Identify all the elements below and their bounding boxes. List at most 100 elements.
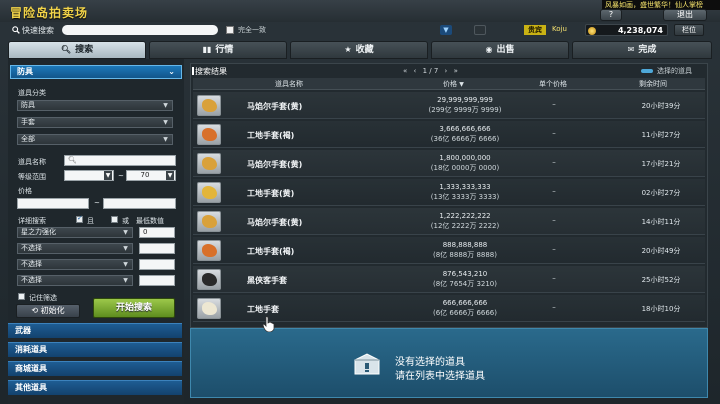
search-icon: 🔍︎: [68, 156, 77, 164]
item-price: 876,543,210: [442, 270, 488, 278]
prev-page-button[interactable]: ‹: [414, 67, 417, 75]
item-unit-price: –: [552, 129, 556, 137]
item-unit-price: –: [552, 245, 556, 253]
and-label: 且: [87, 217, 94, 225]
item-name: 工地手套(褐): [247, 247, 295, 256]
or-checkbox[interactable]: [111, 216, 118, 223]
selected-items-toggle[interactable]: [641, 69, 653, 73]
option-value-2[interactable]: [139, 243, 175, 254]
next-page-button[interactable]: ›: [445, 67, 448, 75]
col-time-left[interactable]: 剩余时间: [639, 79, 667, 89]
exact-match-checkbox[interactable]: [226, 26, 234, 34]
star-icon: ★: [344, 45, 352, 54]
quick-search-input[interactable]: [62, 25, 218, 35]
level-max-input[interactable]: 70 ▼: [126, 170, 176, 181]
table-row[interactable]: 工地手套(褐) 3,666,666,666 (36亿 6666万 6666) – 11小…: [193, 121, 705, 148]
exit-button[interactable]: 退出: [663, 9, 707, 21]
item-time-left: 14小时11分: [641, 218, 681, 226]
item-price-detail: (6亿 6666万 6666): [433, 309, 497, 317]
selected-items-label: 选择的道具: [657, 67, 692, 75]
item-unit-price: –: [552, 187, 556, 195]
table-row[interactable]: 马焰尔手套(黄) 1,800,000,000 (18亿 0000万 0000) – 17…: [193, 150, 705, 177]
last-page-button[interactable]: »: [454, 67, 458, 75]
chevron-down-icon: ▼: [163, 136, 168, 143]
class-dropdown-1[interactable]: 防具 ▼: [17, 100, 173, 111]
item-name: 工地手套(黄): [247, 189, 295, 198]
main-tabs: 🔍︎ 搜索 ▮▮ 行情 ★ 收藏 ◉ 出售 ✉ 完成: [8, 41, 712, 59]
col-unit-price[interactable]: 单个价格: [539, 79, 567, 89]
table-row[interactable]: 马焰尔手套(黄) 1,222,222,222 (12亿 2222万 2222) – 14…: [193, 208, 705, 235]
option-dropdown-3[interactable]: 不选择 ▼: [17, 259, 133, 270]
empty-message-line2: 请在列表中选择道具: [395, 371, 485, 382]
item-thumbnail: [197, 269, 221, 290]
results-title: 搜索结果: [192, 67, 227, 76]
item-name-input[interactable]: 🔍︎: [64, 155, 176, 166]
item-thumbnail: [197, 240, 221, 261]
tab-sell[interactable]: ◉ 出售: [431, 41, 569, 59]
meso-value: 4,238,074: [617, 26, 663, 35]
meso-balance: 4,238,074: [585, 24, 668, 36]
price-max-input[interactable]: [103, 198, 176, 209]
table-row[interactable]: 黑侠客手套 876,543,210 (8亿 7654万 3210) – 25小时52分: [193, 266, 705, 293]
col-item-name[interactable]: 道具名称: [275, 79, 303, 89]
category-consumables[interactable]: 消耗道具: [8, 342, 182, 357]
window-title: 冒险岛拍卖场: [10, 6, 89, 20]
option-dropdown-2[interactable]: 不选择 ▼: [17, 243, 133, 254]
start-search-button[interactable]: 开始搜索: [93, 298, 175, 318]
empty-box-icon: [354, 353, 380, 375]
tab-favorites[interactable]: ★ 收藏: [290, 41, 428, 59]
item-unit-price: –: [552, 274, 556, 282]
and-checkbox[interactable]: [76, 214, 83, 223]
min-value-label: 最低数值: [136, 217, 164, 225]
price-min-input[interactable]: [17, 198, 89, 209]
or-label: 或: [122, 217, 129, 225]
item-price: 29,999,999,999: [437, 96, 493, 104]
option-dropdown-1[interactable]: 星之力强化 ▼: [17, 227, 133, 238]
table-row[interactable]: 工地手套(褐) 888,888,888 (8亿 8888万 8888) – 20小时49…: [193, 237, 705, 264]
chevron-down-icon: ⌄: [168, 67, 175, 76]
option-dropdown-4[interactable]: 不选择 ▼: [17, 275, 133, 286]
item-name: 工地手套(褐): [247, 131, 295, 140]
empty-message-line1: 没有选择的道具: [395, 357, 465, 368]
category-header-armor[interactable]: 防具 ⌄: [10, 65, 182, 79]
item-time-left: 17小时21分: [641, 160, 681, 168]
character-name: Koju: [552, 25, 567, 33]
category-other[interactable]: 其他道具: [8, 380, 182, 395]
reset-button[interactable]: ⟲ 初始化: [16, 304, 80, 318]
class-dropdown-3[interactable]: 全部 ▼: [17, 134, 173, 145]
col-price[interactable]: 价格 ▼: [443, 79, 464, 89]
chevron-down-icon: ▼: [123, 245, 128, 252]
category-cash-items[interactable]: 商城道具: [8, 361, 182, 376]
item-price: 1,222,222,222: [439, 212, 491, 220]
level-min-input[interactable]: ▼: [64, 170, 114, 181]
tab-search[interactable]: 🔍︎ 搜索: [8, 41, 146, 59]
glove-icon: [202, 99, 217, 112]
sort-down-icon: ▼: [459, 81, 464, 88]
table-row[interactable]: 工地手套(黄) 1,333,333,333 (13亿 3333万 3333) – 02小…: [193, 179, 705, 206]
option-value-4[interactable]: [139, 275, 175, 286]
remember-filter-checkbox[interactable]: [18, 293, 25, 300]
tab-market[interactable]: ▮▮ 行情: [149, 41, 287, 59]
glove-icon: [202, 128, 217, 141]
slot-button[interactable]: 栏位: [674, 24, 704, 36]
help-button[interactable]: ?: [600, 9, 622, 21]
item-name: 黑侠客手套: [247, 276, 287, 285]
chevron-down-icon: ▼: [123, 261, 128, 268]
option-value-1[interactable]: 0: [139, 227, 175, 238]
item-thumbnail: [197, 182, 221, 203]
option-value-3[interactable]: [139, 259, 175, 270]
first-page-button[interactable]: «: [403, 67, 407, 75]
tab-completed[interactable]: ✉ 完成: [572, 41, 712, 59]
chart-icon: ▮▮: [202, 45, 212, 54]
item-price: 666,666,666: [442, 299, 488, 307]
class-dropdown-2[interactable]: 手套 ▼: [17, 117, 173, 128]
category-weapons[interactable]: 武器: [8, 323, 182, 338]
exact-match-label: 完全一致: [238, 26, 266, 34]
table-row[interactable]: 马焰尔手套(黄) 29,999,999,999 (299亿 9999万 9999) –…: [193, 92, 705, 119]
chevron-down-icon: ▼: [163, 119, 168, 126]
item-class-label: 道具分类: [18, 89, 46, 97]
expand-chevron-button[interactable]: ▼: [440, 25, 452, 35]
toggle-square-button[interactable]: [474, 25, 486, 35]
item-thumbnail: [197, 153, 221, 174]
pagination: « ‹ 1 / 7 › »: [403, 67, 462, 75]
